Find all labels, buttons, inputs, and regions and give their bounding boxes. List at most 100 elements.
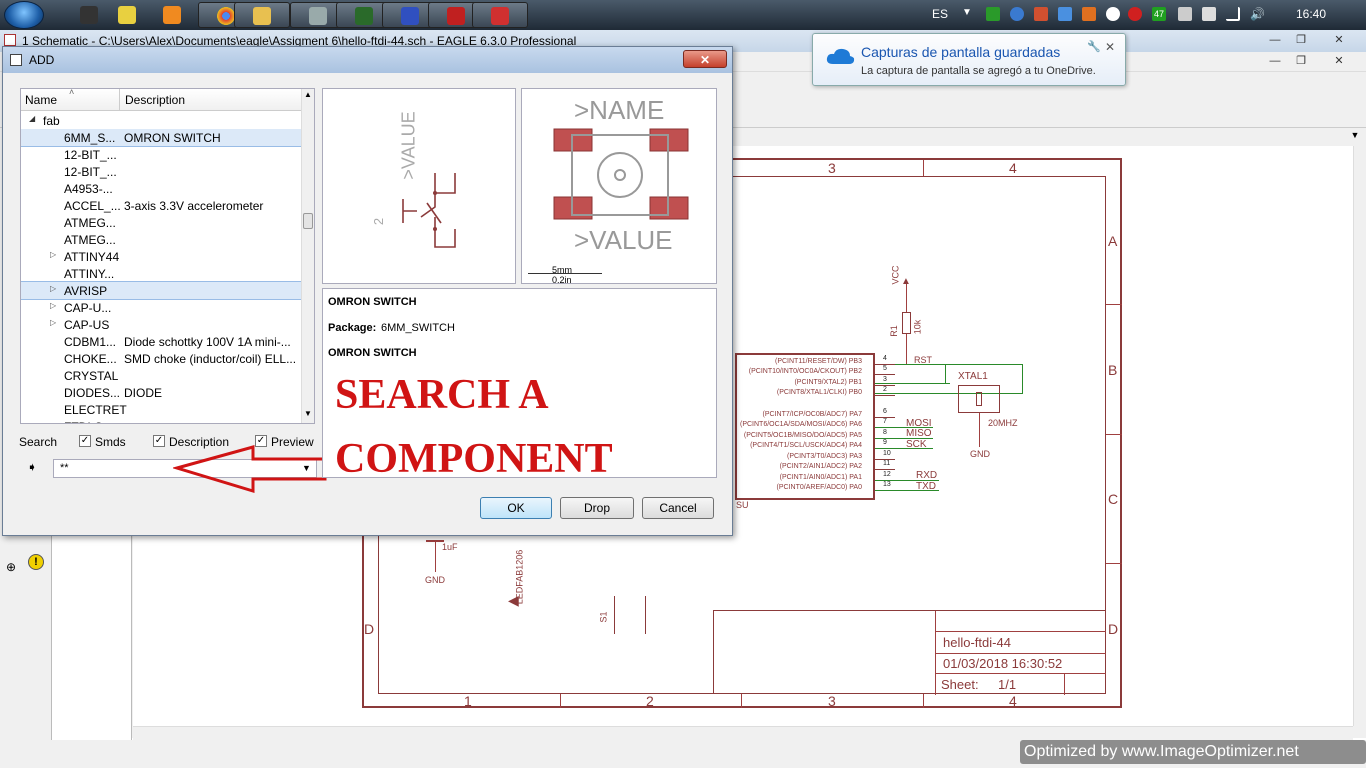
expanded-icon[interactable]: ◢ [29,114,35,123]
onedrive-notification[interactable]: Capturas de pantalla guardadas La captur… [812,33,1126,86]
scroll-thumb[interactable] [303,213,313,229]
tree-row[interactable]: A4953-... [21,180,301,197]
dialog-title: ADD [29,53,55,67]
close-icon[interactable]: ✕ [683,50,727,68]
cancel-button[interactable]: Cancel [642,497,714,519]
expand-icon[interactable]: ▷ [50,301,56,310]
signal-icon[interactable] [1226,7,1240,21]
dialog-titlebar[interactable]: ADD ✕ [3,47,732,73]
s1-label: S1 [598,611,609,623]
start-button[interactable] [4,1,44,29]
tray-cloud-icon[interactable] [1010,7,1024,21]
package-value-label: >VALUE [574,225,673,255]
tree-row[interactable]: DIODES... DIODE [21,384,301,401]
tree-row[interactable]: ATMEG... [21,231,301,248]
vertical-scrollbar[interactable] [1353,146,1366,726]
tray-icon[interactable] [1034,7,1048,21]
pin-label: (PCINT0/AREF/ADC0) PA0 [776,484,862,491]
pin-label: (PCINT2/AIN1/ADC2) PA2 [779,463,862,470]
tree-row[interactable]: ATMEG... [21,214,301,231]
row-name: ATTINY44 [64,250,120,264]
ok-button[interactable]: OK [480,497,552,519]
warning-icon[interactable]: ! [28,554,44,570]
close-icon[interactable]: ✕ [1326,32,1352,48]
minimize-icon[interactable]: — [1262,32,1288,48]
scroll-down-icon[interactable]: ▼ [304,409,312,418]
drawing-date: 01/03/2018 16:30:52 [943,656,1063,671]
pin-line [875,395,895,396]
scale-mm: 5mm [552,265,572,275]
tree-row[interactable]: 12-BIT_... [21,163,301,180]
pin-label: (PCINT10/INT0/OC0A/CKOUT) PB2 [748,368,862,375]
pin-label: (PCINT5/OC1B/MISO/DO/ADC5) PA5 [743,432,862,439]
tree-row[interactable]: ▷ AVRISP [21,281,301,300]
expand-icon[interactable]: ▷ [50,318,56,327]
tree-row[interactable]: CDBM1... Diode schottky 100V 1A mini-... [21,333,301,350]
smds-checkbox[interactable]: ✓ [79,435,91,447]
tray-icon[interactable] [1178,7,1192,21]
resistor-r1[interactable] [902,312,911,334]
pin-icon[interactable]: 🔧 [1087,40,1101,53]
tree-row[interactable]: ACCEL_... 3-axis 3.3V accelerometer [21,197,301,214]
tray-icon[interactable] [986,7,1000,21]
library-tree[interactable]: Name ˄ Description ◢ fab 6MM_S... OMRON S… [20,87,315,424]
tree-row[interactable]: ▷ CAP-U... [21,299,301,316]
tree-row[interactable]: CRYSTAL [21,367,301,384]
pin-number: 7 [883,418,887,425]
row-name: 12-BIT_... [64,165,117,179]
doc-close-icon[interactable]: ✕ [1326,53,1352,69]
search-arrow-icon[interactable]: ➧ [27,460,43,474]
grid-col-label: 4 [1009,693,1017,709]
pin-number: 5 [883,365,887,372]
tree-root[interactable]: ◢ fab [21,112,301,129]
tree-row[interactable]: ▷ ATTINY44 [21,248,301,265]
pin-number: 9 [883,439,887,446]
tray-icon[interactable] [1082,7,1096,21]
tree-row[interactable]: ELECTRET [21,401,301,418]
tree-row[interactable]: ▷ CAP-US [21,316,301,333]
onedrive-icon[interactable] [1106,7,1120,21]
tree-row[interactable]: CHOKE... SMD choke (inductor/coil) ELL... [21,350,301,367]
volume-icon[interactable]: 🔊 [1250,7,1265,21]
close-icon[interactable]: ✕ [1105,40,1115,54]
dropbox-icon[interactable] [1058,7,1072,21]
horizontal-scrollbar[interactable] [133,726,1353,740]
clock[interactable]: 16:40 [1296,7,1326,21]
tree-row[interactable]: ATTINY... [21,265,301,282]
chip-suffix: SU [736,500,749,510]
maximize-icon[interactable]: ❐ [1288,32,1314,48]
expand-icon[interactable]: ▷ [50,284,56,293]
description-checkbox[interactable]: ✓ [153,435,165,447]
tray-icon[interactable] [1202,7,1216,21]
tray-icon[interactable] [1128,7,1142,21]
tree-row[interactable]: FTDI-S... [21,418,301,423]
led-icon[interactable]: ◀ [508,592,519,609]
notification-body: La captura de pantalla se agregó a tu On… [861,65,1096,77]
crystal-xtal1[interactable] [958,385,1000,413]
package-name-label: >NAME [574,95,665,125]
column-header-name[interactable]: Name [25,93,57,107]
doc-maximize-icon[interactable]: ❐ [1288,53,1314,69]
switch-s1[interactable] [614,596,646,634]
taskbar-eagle-icon[interactable] [472,2,528,28]
chevron-down-icon[interactable]: ▼ [962,7,972,18]
scroll-up-icon[interactable]: ▲ [304,90,312,99]
taskbar-explorer-icon[interactable] [234,2,290,28]
tree-row[interactable]: 12-BIT_... [21,146,301,163]
xtal-label: XTAL1 [958,371,988,382]
doc-minimize-icon[interactable]: — [1262,53,1288,69]
pin-label: (PCINT8/XTAL1/CLKI) PB0 [776,389,862,396]
drop-button[interactable]: Drop [560,497,634,519]
row-name: ATTINY... [64,267,115,281]
taskbar-app-icon[interactable] [145,2,201,28]
chevron-down-icon[interactable]: ▼ [1346,130,1364,146]
tray-badge[interactable]: 47 [1152,7,1166,21]
expand-icon[interactable]: ▷ [50,250,56,259]
language-indicator[interactable]: ES [932,7,948,21]
column-header-description[interactable]: Description [125,93,185,107]
tree-row[interactable]: 6MM_S... OMRON SWITCH [21,129,301,147]
row-name: ATMEG... [64,233,116,247]
tree-scrollbar[interactable]: ▲ ▼ [301,89,314,423]
tree-root-label: fab [43,114,60,128]
zoom-tool-icon[interactable]: ⊕ [6,560,16,574]
